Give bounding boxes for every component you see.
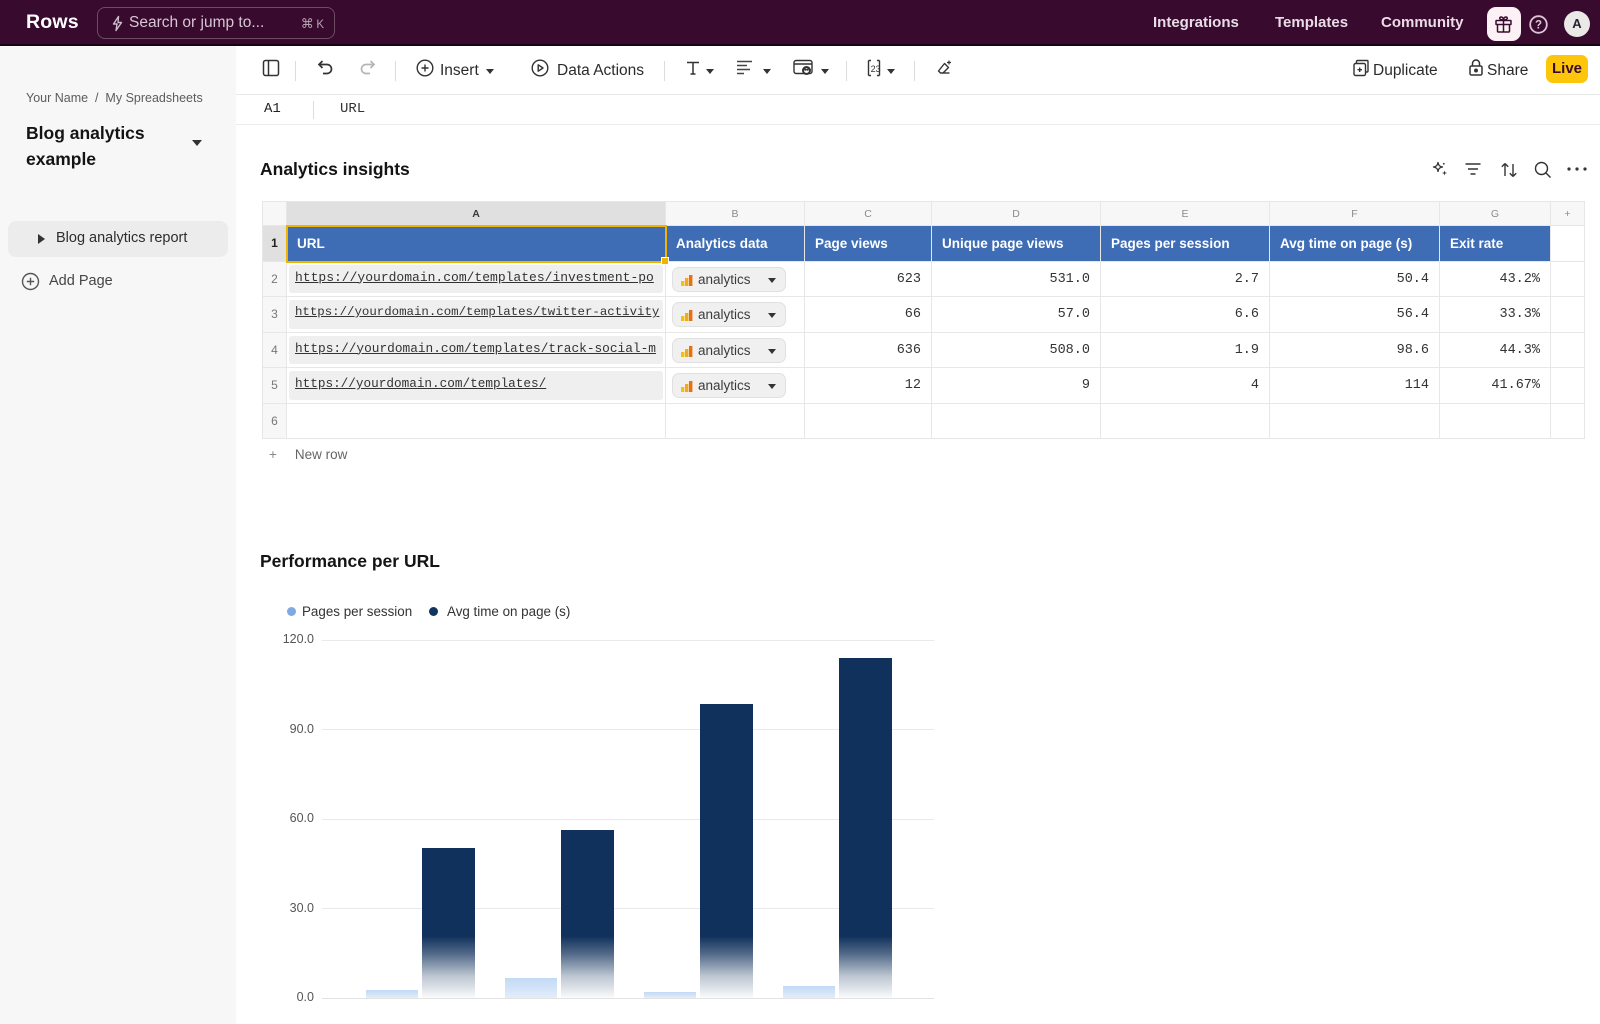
svg-text:?: ? [1535, 20, 1542, 32]
svg-text:23: 23 [871, 64, 881, 74]
